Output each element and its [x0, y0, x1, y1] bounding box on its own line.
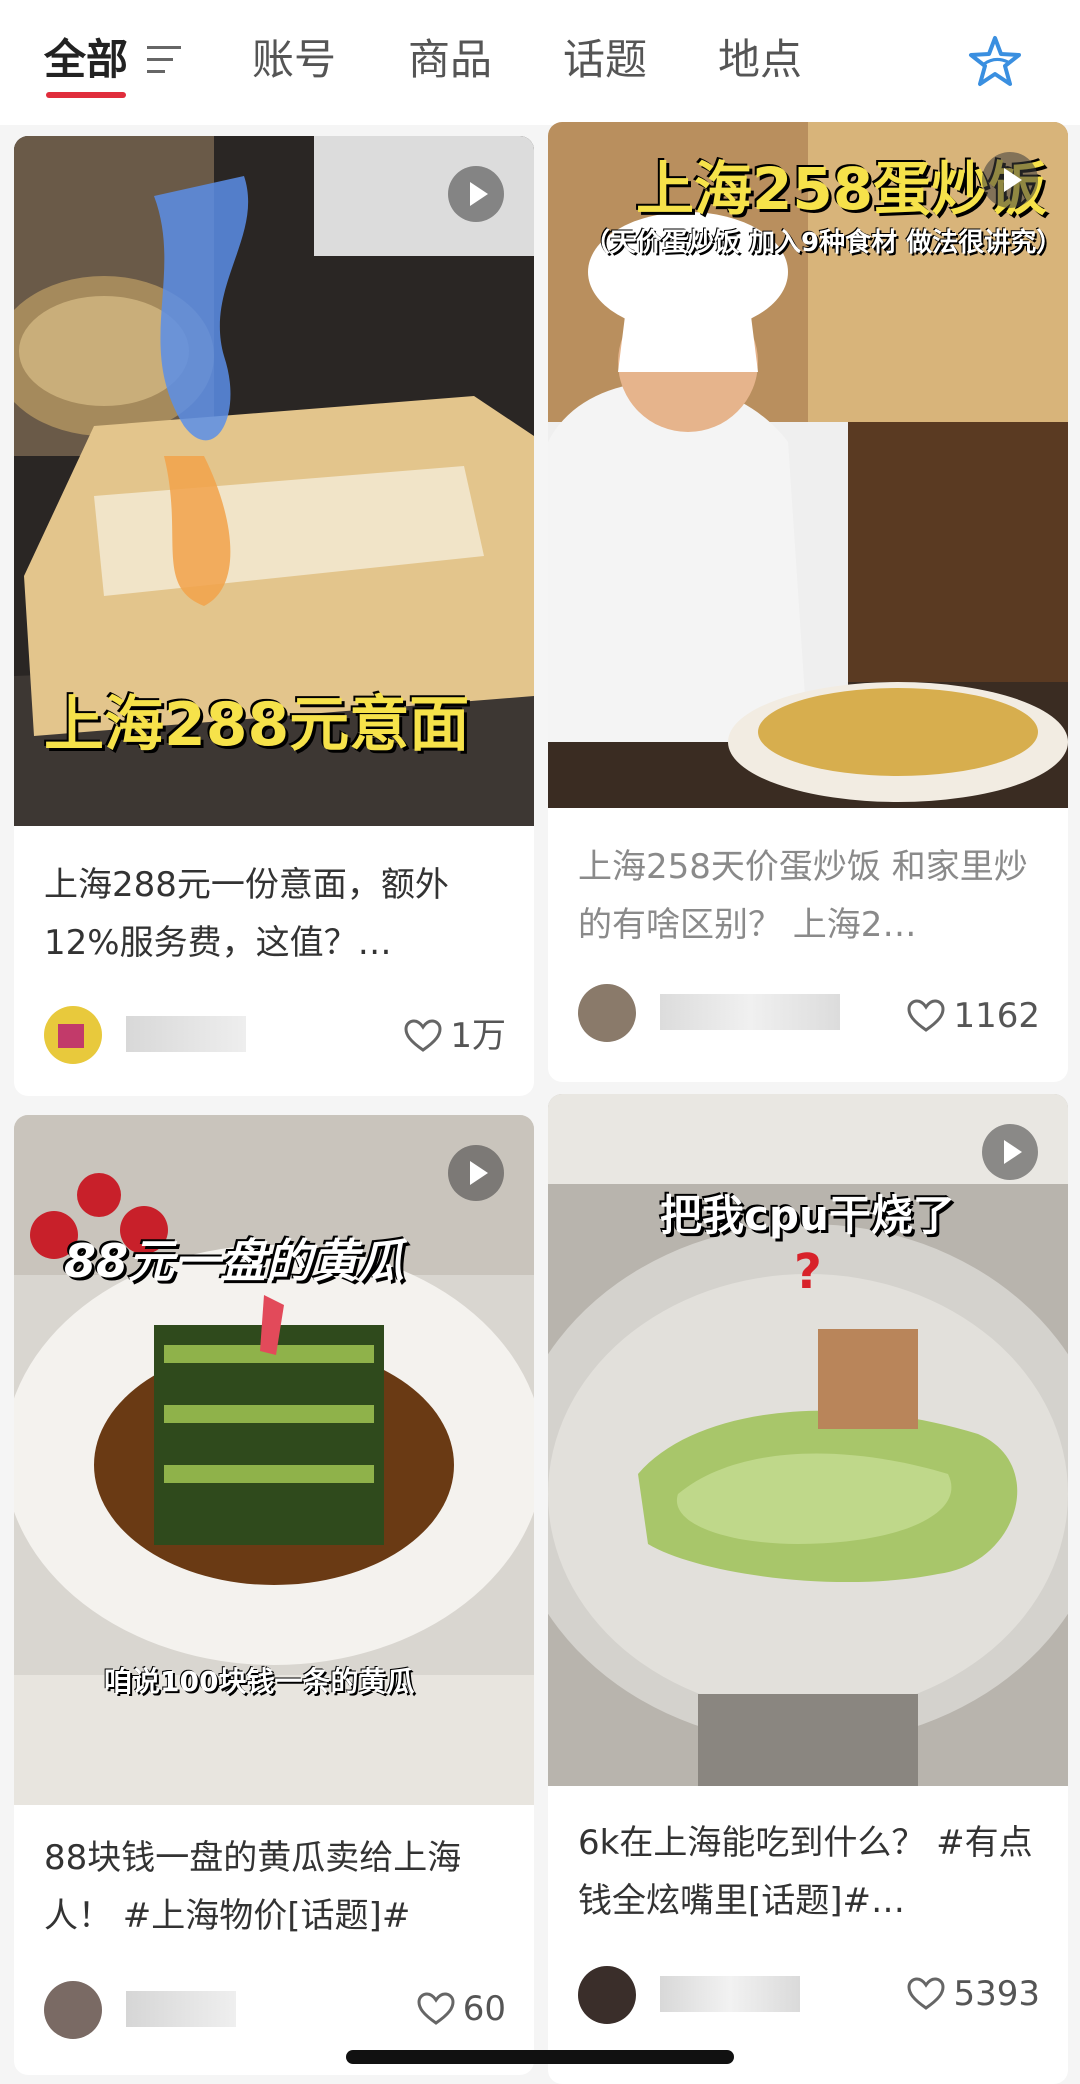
heart-outline-icon — [907, 999, 945, 1032]
card-title: 88块钱一盘的黄瓜卖给上海人！ #上海物价[话题]# — [44, 1838, 462, 1936]
like-count: 60 — [462, 1989, 506, 2029]
avatar[interactable] — [44, 1981, 102, 2039]
tab-products[interactable]: 商品 — [408, 30, 492, 90]
username-blurred[interactable] — [660, 1976, 800, 2012]
cover-overlay-text: 上海288元意面 — [44, 690, 470, 760]
heart-outline-icon — [404, 1019, 442, 1052]
card-title: 6k在上海能吃到什么？ #有点钱全炫嘴里[话题]#… — [578, 1823, 1033, 1921]
feed-card[interactable]: 88元一盘的黄瓜 咱说100块钱一条的黄瓜 88块钱一盘的黄瓜卖给上海人！ #上… — [14, 1115, 534, 2075]
tab-places[interactable]: 地点 — [718, 30, 802, 90]
cover-overlay-text: 88元一盘的黄瓜 — [64, 1234, 405, 1288]
feed-card[interactable]: 把我cpu干烧了 ? 6k在上海能吃到什么？ #有点钱全炫嘴里[话题]#… 53… — [548, 1094, 1068, 2084]
tab-topics[interactable]: 话题 — [563, 30, 647, 90]
cover-overlay-subtext: （天价蛋炒饭 加入9种食材 做法很讲究） — [584, 228, 1063, 258]
like-count: 5393 — [953, 1974, 1040, 2014]
play-icon — [982, 1124, 1038, 1180]
feed-card[interactable]: 上海258蛋炒饭 （天价蛋炒饭 加入9种食材 做法很讲究） 上海258天价蛋炒饭… — [548, 122, 1068, 1082]
like-button[interactable]: 5393 — [907, 1970, 1040, 2018]
username-blurred[interactable] — [126, 1991, 236, 2027]
like-button[interactable]: 60 — [417, 1985, 506, 2033]
like-count: 1万 — [450, 1016, 506, 1056]
cover-overlay-subtext: 咱说100块钱一条的黄瓜 — [104, 1665, 415, 1698]
like-button[interactable]: 1万 — [404, 1012, 506, 1060]
heart-outline-icon — [907, 1977, 945, 2010]
username-blurred[interactable] — [660, 994, 840, 1030]
card-title: 上海258天价蛋炒饭 和家里炒的有啥区别？ 上海2… — [578, 847, 1028, 945]
filter-lines-icon[interactable] — [145, 42, 185, 78]
card-title: 上海288元一份意面，额外12%服务费，这值？… — [44, 865, 449, 963]
home-indicator[interactable] — [346, 2050, 734, 2064]
avatar[interactable] — [578, 984, 636, 1042]
play-icon — [448, 166, 504, 222]
avatar[interactable] — [44, 1006, 102, 1064]
tab-all[interactable]: 全部 — [44, 30, 128, 90]
card-cover-image: 把我cpu干烧了 ? — [548, 1094, 1068, 1786]
like-button[interactable]: 1162 — [907, 992, 1040, 1040]
like-count: 1162 — [953, 996, 1040, 1036]
star-icon[interactable] — [966, 34, 1024, 92]
cover-overlay-text: 把我cpu干烧了 — [660, 1191, 955, 1240]
card-cover-image: 上海258蛋炒饭 （天价蛋炒饭 加入9种食材 做法很讲究） — [548, 122, 1068, 808]
heart-outline-icon — [417, 1992, 455, 2025]
feed-card[interactable]: 上海288元意面 上海288元一份意面，额外12%服务费，这值？… 1万 — [14, 136, 534, 1096]
play-icon — [448, 1145, 504, 1201]
card-cover-image: 上海288元意面 — [14, 136, 534, 826]
active-tab-indicator — [46, 92, 126, 98]
username-blurred[interactable] — [126, 1016, 246, 1052]
card-cover-image: 88元一盘的黄瓜 咱说100块钱一条的黄瓜 — [14, 1115, 534, 1805]
play-icon — [982, 152, 1038, 208]
search-tabs-bar: 全部 账号 商品 话题 地点 — [0, 0, 1080, 125]
question-mark-icon: ? — [794, 1244, 822, 1300]
tab-accounts[interactable]: 账号 — [252, 30, 336, 90]
avatar[interactable] — [578, 1966, 636, 2024]
